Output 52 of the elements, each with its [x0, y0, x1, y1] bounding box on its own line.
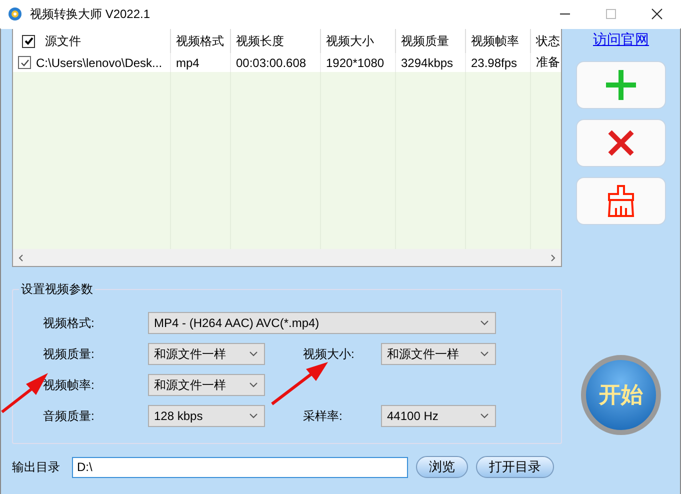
scroll-left-icon[interactable]: [17, 254, 25, 262]
scroll-right-icon[interactable]: [549, 254, 557, 262]
chevron-down-icon: [249, 382, 258, 388]
close-icon[interactable]: [651, 8, 663, 20]
field-label: 视频帧率:: [43, 376, 96, 394]
table-cell: 00:03:00.608: [236, 56, 306, 70]
column-header[interactable]: 视频格式: [176, 32, 224, 50]
annotation-arrow: [271, 362, 328, 406]
website-link[interactable]: 访问官网: [593, 31, 649, 49]
table-cell: 23.98fps: [471, 56, 518, 70]
table-cell: mp4: [176, 56, 200, 70]
select-all-checkbox[interactable]: [22, 34, 35, 48]
plus-icon: [603, 67, 639, 103]
dropdown[interactable]: 和源文件一样: [148, 343, 265, 365]
table-cell: C:\Users\lenovo\Desk...: [36, 56, 162, 70]
table-cell: 1920*1080: [326, 56, 384, 70]
app-logo-icon: [8, 7, 22, 21]
broom-icon: [606, 184, 636, 218]
field-label: 视频质量:: [43, 346, 96, 362]
table-cell: 准备: [536, 54, 560, 71]
cross-icon: [606, 128, 636, 158]
dropdown[interactable]: 128 kbps: [148, 405, 265, 427]
field-label: 视频大小:: [303, 346, 356, 362]
column-header[interactable]: 状态: [536, 32, 560, 50]
horizontal-scrollbar[interactable]: [13, 249, 561, 266]
window-title: 视频转换大师 V2022.1: [30, 6, 150, 22]
chevron-down-icon: [480, 320, 489, 326]
field-label: 采样率:: [303, 408, 344, 424]
delete-button[interactable]: [576, 119, 666, 167]
pill-button[interactable]: 打开目录: [476, 456, 554, 478]
column-header[interactable]: 视频长度: [236, 32, 284, 50]
field-label: 视频格式:: [43, 314, 96, 332]
pill-button[interactable]: 浏览: [416, 456, 468, 478]
column-header[interactable]: 视频质量: [401, 32, 449, 50]
chevron-down-icon: [249, 413, 258, 419]
output-label: 输出目录: [12, 458, 60, 476]
column-header[interactable]: 源文件: [45, 32, 81, 50]
output-path-field[interactable]: D:\: [72, 456, 408, 478]
clear-button[interactable]: [576, 177, 666, 225]
dropdown[interactable]: 44100 Hz: [381, 405, 496, 427]
chevron-down-icon: [480, 413, 489, 419]
column-header[interactable]: 视频大小: [326, 32, 374, 50]
dropdown[interactable]: 和源文件一样: [381, 343, 496, 365]
dropdown[interactable]: 和源文件一样: [148, 374, 265, 396]
row-checkbox[interactable]: [18, 56, 31, 69]
group-title: 设置视频参数: [20, 281, 94, 298]
table-cell: 3294kbps: [401, 56, 454, 70]
column-header[interactable]: 视频帧率: [471, 32, 519, 50]
dropdown[interactable]: MP4 - (H264 AAC) AVC(*.mp4): [148, 312, 496, 334]
chevron-down-icon: [480, 351, 489, 357]
field-label: 音频质量:: [43, 408, 96, 424]
chevron-down-icon: [249, 351, 258, 357]
